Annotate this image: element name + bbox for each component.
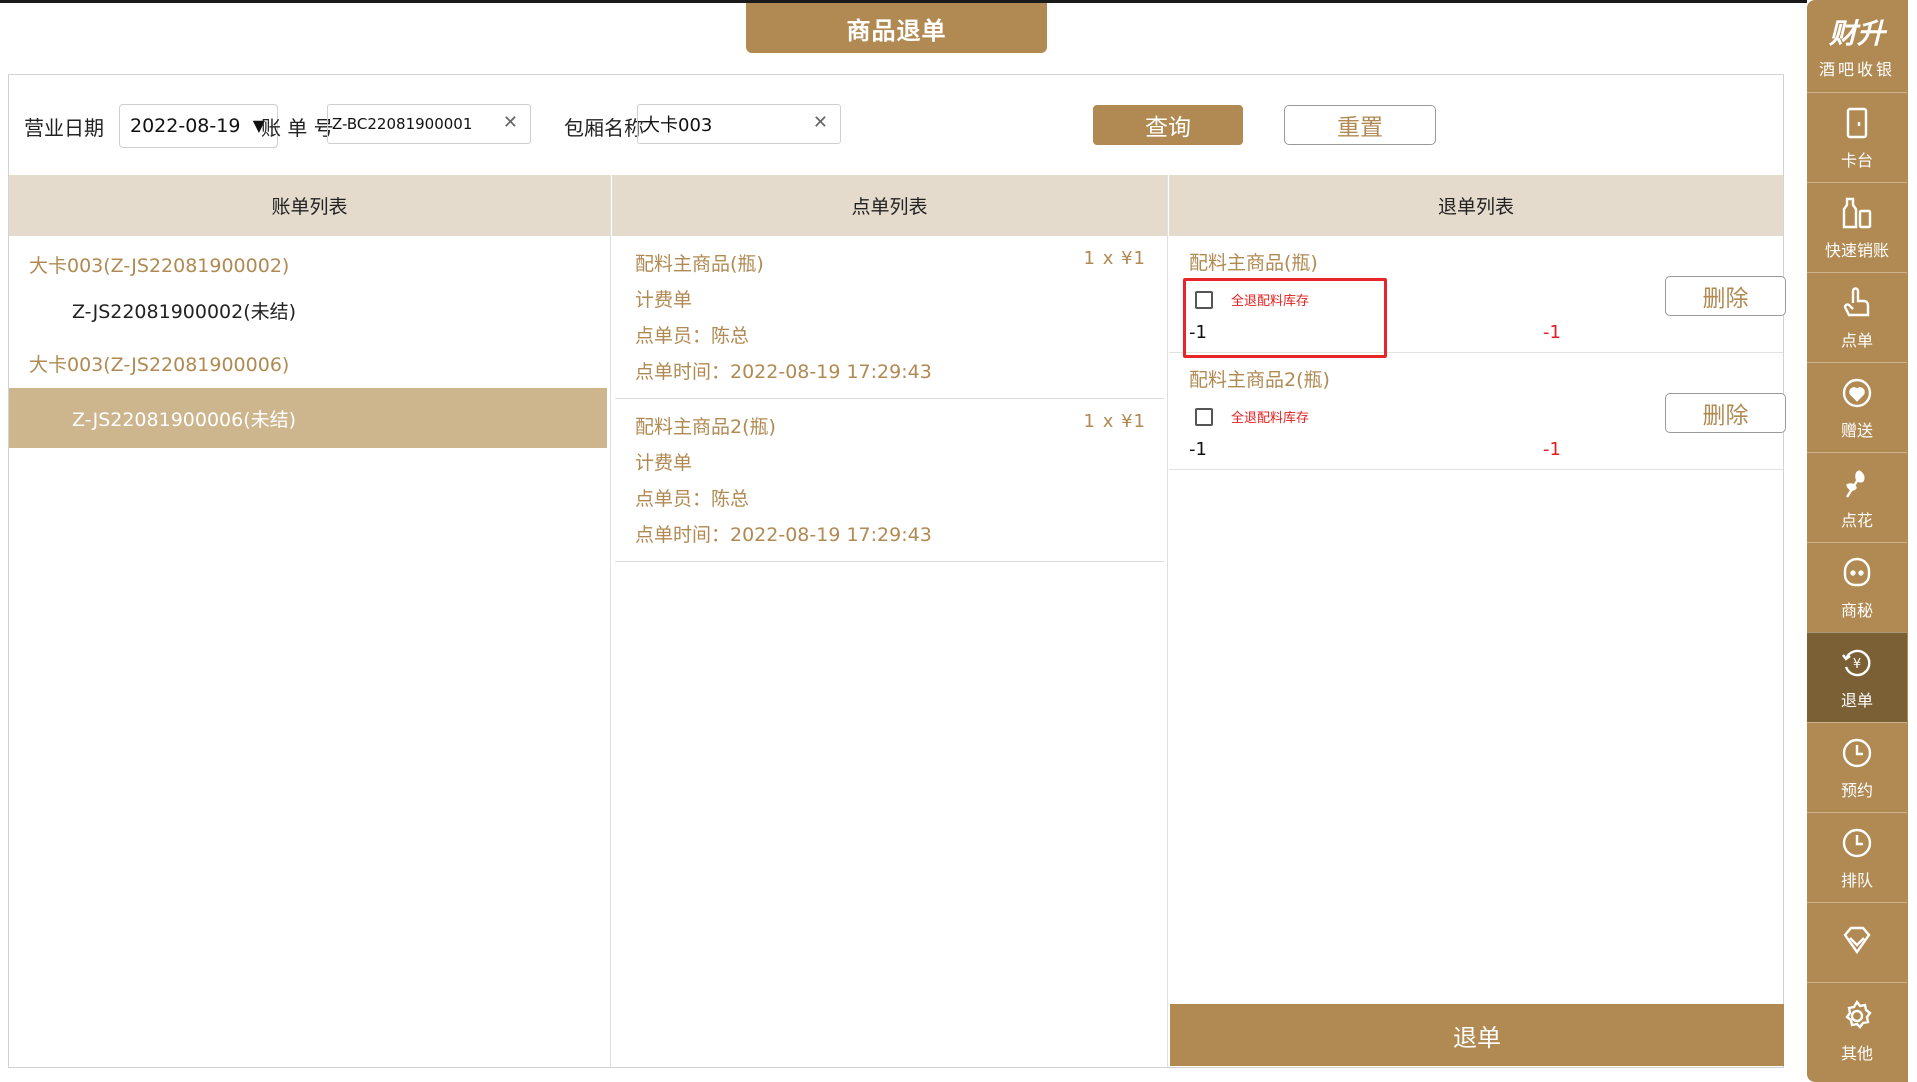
sidebar-item-flower[interactable]: 点花	[1807, 452, 1907, 542]
order-item[interactable]: 配料主商品2(瓶) 1 x ¥1 计费单 点单员：陈总 点单时间：2022-08…	[615, 399, 1164, 562]
door-icon	[1846, 107, 1868, 138]
order-qty: 1 x ¥1	[1083, 248, 1146, 269]
bill-list-column: 账单列表 大卡003(Z-JS22081900002) Z-JS22081900…	[9, 175, 611, 1067]
clear-icon[interactable]: ✕	[813, 112, 828, 133]
bill-list-header: 账单列表	[9, 175, 610, 236]
order-time: 点单时间：2022-08-19 17:29:43	[635, 523, 932, 546]
sidebar-item-quick-writeoff[interactable]: 快速销账	[1807, 182, 1907, 272]
bill-item-active[interactable]: Z-JS22081900006(未结)	[9, 388, 607, 448]
order-list-column: 点单列表 配料主商品(瓶) 1 x ¥1 计费单 点单员：陈总 点单时间：202…	[612, 175, 1168, 1067]
date-label: 营业日期	[24, 116, 104, 140]
reset-button[interactable]: 重置	[1284, 105, 1436, 145]
search-bar: 营业日期 2022-08-19 ▼ 账 单 号 Z-BC22081900001 …	[9, 75, 1783, 175]
clock-icon	[1842, 828, 1872, 857]
svg-text:¥: ¥	[1853, 657, 1861, 672]
sidebar-item-queue[interactable]: 排队	[1807, 812, 1907, 902]
room-input[interactable]: 大卡003 ✕	[637, 104, 841, 144]
bill-no-input[interactable]: Z-BC22081900001 ✕	[327, 104, 531, 144]
sidebar-label: 其他	[1840, 1043, 1873, 1063]
order-time: 点单时间：2022-08-19 17:29:43	[635, 360, 932, 383]
bill-no-value: Z-BC22081900001	[332, 115, 473, 133]
brand-logo: 财升	[1828, 17, 1885, 50]
face-icon	[1843, 557, 1871, 586]
return-list-column: 退单列表 配料主商品(瓶) 全退配料库存 -1 -1 删除 配料主商品2(瓶) …	[1169, 175, 1786, 1067]
order-qty: 1 x ¥1	[1083, 411, 1146, 432]
sidebar-label: 商秘	[1840, 600, 1873, 620]
sidebar-item-other[interactable]: 其他	[1807, 982, 1907, 1078]
flower-icon	[1845, 469, 1865, 498]
sidebar-item-gift[interactable]: 赠送	[1807, 362, 1907, 452]
gift-heart-icon	[1842, 378, 1872, 407]
return-list-header: 退单列表	[1169, 175, 1783, 236]
return-item-name: 配料主商品2(瓶)	[1189, 369, 1330, 391]
hand-pointer-icon	[1843, 286, 1870, 316]
sidebar-item-reservation[interactable]: 预约	[1807, 722, 1907, 812]
sidebar-label: 快速销账	[1824, 240, 1889, 260]
order-item[interactable]: 配料主商品(瓶) 1 x ¥1 计费单 点单员：陈总 点单时间：2022-08-…	[615, 236, 1164, 399]
gear-icon	[1845, 999, 1872, 1029]
bill-group[interactable]: 大卡003(Z-JS22081900002)	[9, 238, 610, 290]
query-button[interactable]: 查询	[1093, 105, 1243, 145]
sidebar-item-table[interactable]: 卡台	[1807, 92, 1907, 182]
sidebar-label: 卡台	[1840, 150, 1873, 170]
sidebar-label: 点单	[1840, 330, 1873, 350]
sidebar-item-order[interactable]: 点单	[1807, 272, 1907, 362]
sidebar-label: 赠送	[1840, 420, 1873, 440]
delete-button[interactable]: 删除	[1665, 393, 1786, 433]
refund-icon: ¥	[1842, 649, 1871, 676]
sidebar: 财升 酒吧收银 卡台 快速销账 点单 赠送 点花 商秘 ¥ 退单 预约 排队 其…	[1807, 0, 1917, 1082]
submit-return-button[interactable]: 退单	[1170, 1004, 1784, 1066]
page-title: 商品退单	[746, 3, 1047, 53]
highlight-box	[1183, 278, 1387, 358]
return-qty-input[interactable]: -1	[1189, 439, 1207, 460]
room-value: 大卡003	[642, 115, 713, 136]
return-item: 配料主商品2(瓶) 全退配料库存 -1 -1 删除	[1169, 353, 1786, 470]
sidebar-item-secretary[interactable]: 商秘	[1807, 542, 1907, 632]
sidebar-item-refund[interactable]: ¥ 退单	[1807, 632, 1907, 722]
order-list-header: 点单列表	[612, 175, 1167, 236]
sidebar-item-vip[interactable]	[1807, 902, 1907, 982]
brand: 财升 酒吧收银	[1807, 12, 1907, 80]
date-select[interactable]: 2022-08-19 ▼	[119, 104, 278, 148]
return-qty-value: -1	[1543, 439, 1561, 460]
order-type: 计费单	[635, 288, 693, 311]
return-item: 配料主商品(瓶) 全退配料库存 -1 -1 删除	[1169, 236, 1786, 358]
order-staff: 点单员：陈总	[635, 487, 750, 510]
bill-group[interactable]: 大卡003(Z-JS22081900006)	[9, 330, 610, 388]
order-staff: 点单员：陈总	[635, 324, 750, 347]
sidebar-label: 预约	[1840, 780, 1873, 800]
bill-item[interactable]: Z-JS22081900002(未结)	[9, 290, 610, 330]
return-item-name: 配料主商品(瓶)	[1189, 252, 1318, 274]
bottle-icon	[1842, 197, 1872, 228]
room-label: 包厢名称	[564, 116, 644, 140]
clear-icon[interactable]: ✕	[503, 112, 518, 133]
brand-subtitle: 酒吧收银	[1818, 60, 1895, 79]
date-value: 2022-08-19	[130, 115, 241, 137]
delete-button[interactable]: 删除	[1665, 276, 1786, 316]
full-return-label: 全退配料库存	[1231, 411, 1310, 426]
sidebar-edge	[1908, 0, 1917, 1082]
sidebar-label: 点花	[1840, 510, 1873, 530]
main-panel: 营业日期 2022-08-19 ▼ 账 单 号 Z-BC22081900001 …	[8, 74, 1786, 1068]
sidebar-label: 退单	[1840, 690, 1873, 710]
sidebar-label: 排队	[1840, 870, 1873, 890]
order-type: 计费单	[635, 451, 693, 474]
return-qty-value: -1	[1543, 322, 1561, 343]
clock-icon	[1842, 738, 1872, 767]
diamond-icon	[1843, 926, 1871, 954]
bill-no-label: 账 单 号	[261, 116, 334, 140]
full-return-checkbox[interactable]	[1195, 408, 1213, 426]
